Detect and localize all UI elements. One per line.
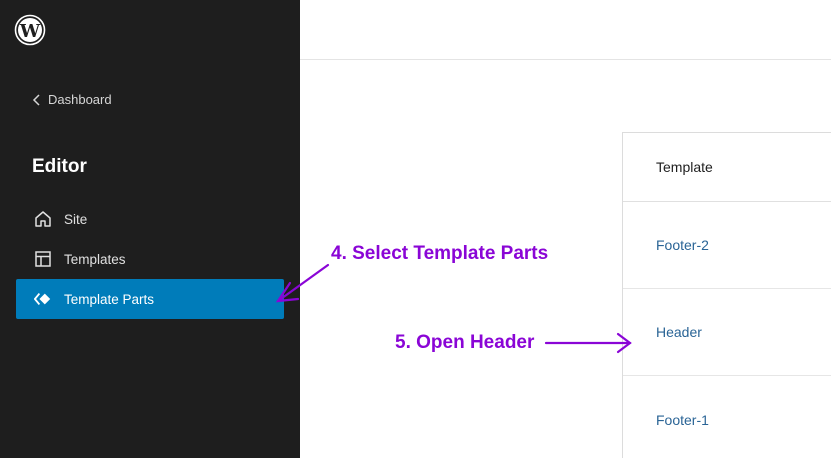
template-link-footer-1[interactable]: Footer-1 <box>656 412 709 428</box>
back-to-dashboard-link[interactable]: Dashboard <box>30 92 112 107</box>
arrow-to-header <box>544 332 632 354</box>
home-icon <box>34 210 52 228</box>
table-row: Footer-1 <box>623 376 831 458</box>
sidebar-item-templates[interactable]: Templates <box>16 239 284 279</box>
svg-text:W: W <box>19 21 41 42</box>
annotation-step-5: 5. Open Header <box>395 332 535 353</box>
table-row: Header <box>623 289 831 376</box>
wordpress-logo-icon[interactable]: W <box>14 14 46 46</box>
sidebar-item-template-parts[interactable]: Template Parts <box>16 279 284 319</box>
template-link-footer-2[interactable]: Footer-2 <box>656 237 709 253</box>
sidebar-item-label: Templates <box>64 251 126 267</box>
sidebar-item-label: Site <box>64 211 88 227</box>
back-link-label: Dashboard <box>48 92 112 107</box>
layout-icon <box>34 250 52 268</box>
sidebar-item-label: Template Parts <box>64 291 155 307</box>
template-link-header[interactable]: Header <box>656 324 702 340</box>
sidebar-item-site[interactable]: Site <box>16 199 284 239</box>
sidebar: W Dashboard Editor Site Templates Templa… <box>0 0 300 458</box>
chevron-left-icon <box>32 93 40 106</box>
top-bar <box>300 0 831 60</box>
table-header-template: Template <box>623 133 831 202</box>
symbol-filled-icon <box>34 290 52 308</box>
sidebar-title: Editor <box>32 156 87 177</box>
annotation-step-4: 4. Select Template Parts <box>331 243 549 264</box>
site-editor-screen: W Dashboard Editor Site Templates Templa… <box>0 0 831 458</box>
table-row: Footer-2 <box>623 202 831 289</box>
template-parts-table: Template Footer-2 Header Footer-1 <box>622 132 831 458</box>
